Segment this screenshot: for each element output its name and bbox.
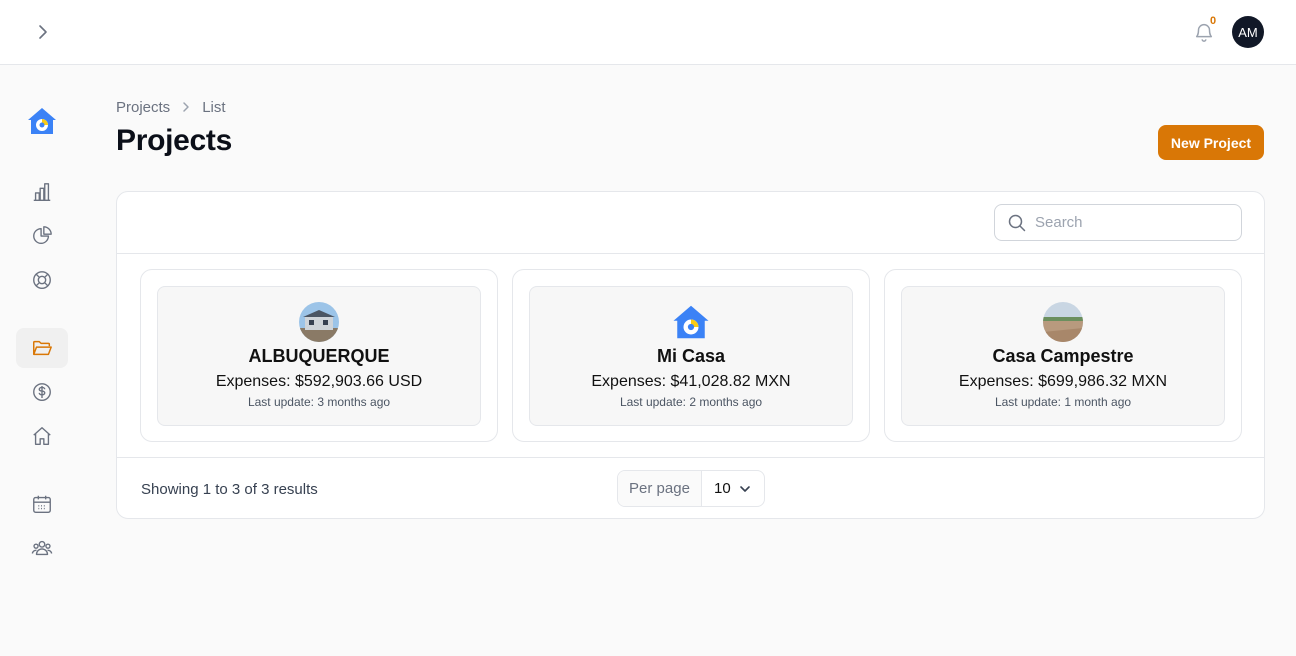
project-card-body: Mi Casa Expenses: $41,028.82 MXN Last up… bbox=[529, 286, 853, 426]
notification-count-badge: 0 bbox=[1210, 15, 1217, 27]
project-thumbnail bbox=[1043, 302, 1083, 342]
search-icon bbox=[1007, 213, 1027, 233]
nav-calendar[interactable] bbox=[16, 484, 68, 524]
project-name: Casa Campestre bbox=[992, 346, 1134, 366]
pie-chart-icon bbox=[33, 226, 52, 244]
users-icon bbox=[31, 540, 53, 556]
house-logo-icon bbox=[28, 108, 56, 134]
search-box[interactable] bbox=[994, 204, 1242, 241]
folder-open-icon bbox=[33, 340, 52, 356]
project-name: Mi Casa bbox=[656, 346, 726, 366]
chevron-down-icon bbox=[740, 485, 750, 492]
per-page-label: Per page bbox=[618, 471, 702, 506]
panel-header bbox=[117, 192, 1264, 254]
per-page-value: 10 bbox=[714, 480, 731, 497]
breadcrumb-current: List bbox=[202, 98, 226, 116]
new-project-button[interactable]: New Project bbox=[1158, 125, 1264, 160]
nav-support[interactable] bbox=[16, 260, 68, 300]
nav-projects[interactable] bbox=[16, 328, 68, 368]
nav-team[interactable] bbox=[16, 528, 68, 568]
user-avatar[interactable]: AM bbox=[1232, 16, 1264, 48]
project-card[interactable]: Casa Campestre Expenses: $699,986.32 MXN… bbox=[884, 269, 1242, 442]
project-logo-thumbnail bbox=[671, 302, 711, 342]
per-page-select[interactable]: 10 bbox=[702, 471, 764, 506]
project-thumbnail bbox=[299, 302, 339, 342]
project-last-update: Last update: 1 month ago bbox=[994, 395, 1132, 409]
app-logo[interactable] bbox=[26, 105, 58, 137]
project-expenses: Expenses: $699,986.32 MXN bbox=[958, 373, 1168, 390]
project-card[interactable]: ALBUQUERQUE Expenses: $592,903.66 USD La… bbox=[140, 269, 498, 442]
projects-panel: ALBUQUERQUE Expenses: $592,903.66 USD La… bbox=[116, 191, 1265, 519]
project-expenses: Expenses: $41,028.82 MXN bbox=[591, 373, 791, 390]
project-card[interactable]: Mi Casa Expenses: $41,028.82 MXN Last up… bbox=[512, 269, 870, 442]
breadcrumb-projects-link[interactable]: Projects bbox=[116, 99, 170, 116]
dollar-circle-icon bbox=[33, 383, 51, 401]
results-summary: Showing 1 to 3 of 3 results bbox=[141, 481, 318, 498]
project-name: ALBUQUERQUE bbox=[248, 346, 390, 366]
project-last-update: Last update: 2 months ago bbox=[619, 395, 763, 409]
nav-expenses[interactable] bbox=[16, 372, 68, 412]
chevron-right-icon bbox=[183, 102, 189, 112]
project-last-update: Last update: 3 months ago bbox=[247, 395, 391, 409]
per-page-control: Per page 10 bbox=[617, 470, 765, 507]
calendar-icon bbox=[33, 495, 51, 513]
home-icon bbox=[33, 427, 51, 445]
sidebar bbox=[0, 65, 84, 656]
expand-sidebar-button[interactable] bbox=[26, 16, 58, 48]
breadcrumb: Projects List bbox=[116, 97, 226, 117]
pagination-footer: Showing 1 to 3 of 3 results Per page 10 bbox=[117, 457, 1264, 519]
nav-dashboard[interactable] bbox=[16, 172, 68, 212]
lifebuoy-icon bbox=[33, 271, 51, 289]
nav-properties[interactable] bbox=[16, 416, 68, 456]
chevron-right-icon bbox=[39, 25, 47, 39]
project-card-body: ALBUQUERQUE Expenses: $592,903.66 USD La… bbox=[157, 286, 481, 426]
project-card-body: Casa Campestre Expenses: $699,986.32 MXN… bbox=[901, 286, 1225, 426]
nav-reports[interactable] bbox=[16, 216, 68, 256]
search-input[interactable] bbox=[1035, 214, 1225, 231]
bar-chart-icon bbox=[33, 183, 51, 201]
page-title: Projects bbox=[116, 124, 232, 157]
project-expenses: Expenses: $592,903.66 USD bbox=[215, 373, 423, 390]
top-bar: 0 AM bbox=[0, 0, 1296, 65]
